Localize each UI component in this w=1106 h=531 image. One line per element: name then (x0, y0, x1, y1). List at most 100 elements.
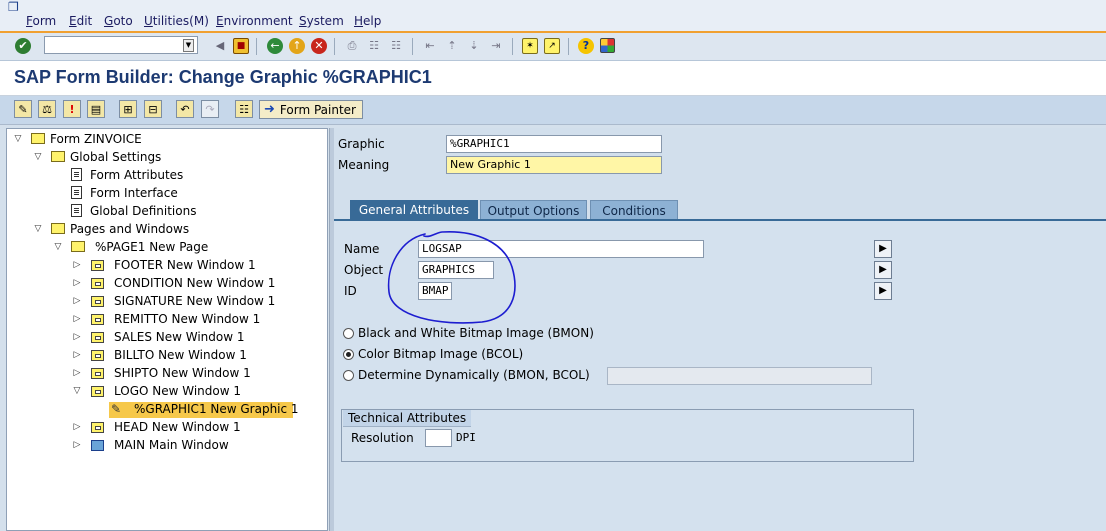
test-icon[interactable]: ▤ (87, 100, 105, 118)
command-history-dropdown-icon[interactable]: ▼ (183, 39, 194, 52)
folder-icon (51, 151, 65, 162)
expand-icon[interactable]: ▷ (72, 350, 82, 360)
form-painter-label: Form Painter (279, 102, 356, 117)
save-icon[interactable]: ■ (233, 38, 249, 54)
sap-menu-icon[interactable]: ❐ (8, 0, 22, 14)
tree-item-main[interactable]: MAIN Main Window (114, 438, 229, 452)
folder-icon (31, 133, 45, 144)
expand-icon[interactable]: ▷ (72, 422, 82, 432)
tree-item-form-interface[interactable]: Form Interface (90, 186, 178, 200)
collapse-tree-icon[interactable]: ⊟ (144, 100, 162, 118)
first-page-icon[interactable]: ⇤ (422, 38, 438, 54)
find-next-icon[interactable]: ☷ (388, 38, 404, 54)
expand-tree-icon[interactable]: ⊞ (119, 100, 137, 118)
create-session-icon[interactable]: ✶ (522, 38, 538, 54)
tree-item-sales[interactable]: SALES New Window 1 (114, 330, 245, 344)
tree-item-billto[interactable]: BILLTO New Window 1 (114, 348, 247, 362)
tree-item-logo[interactable]: LOGO New Window 1 (114, 384, 241, 398)
enter-check-icon[interactable]: ✔ (15, 38, 31, 54)
expand-icon[interactable]: ▷ (72, 440, 82, 450)
radio-dynamic[interactable] (343, 370, 354, 381)
tree-item-head[interactable]: HEAD New Window 1 (114, 420, 241, 434)
resolution-field[interactable] (425, 429, 452, 447)
menu-help[interactable]: Help (354, 14, 381, 28)
collapse-logo-icon[interactable]: ▽ (72, 386, 82, 396)
expand-icon[interactable]: ▷ (72, 332, 82, 342)
cancel-icon[interactable]: ✕ (311, 38, 327, 54)
menu-edit[interactable]: Edit (69, 14, 92, 28)
annotation-circle (387, 231, 516, 324)
document-icon (71, 168, 82, 181)
tree-item-signature[interactable]: SIGNATURE New Window 1 (114, 294, 275, 308)
previous-page-icon[interactable]: ⇡ (444, 38, 460, 54)
tree-item-form-attributes[interactable]: Form Attributes (90, 168, 183, 182)
help-icon[interactable]: ? (578, 38, 594, 54)
tab-conditions[interactable]: Conditions (590, 200, 678, 220)
application-toolbar: ✎ ⚖ ! ▤ ⊞ ⊟ ↶ ↷ ☷ ➜ Form Painter (0, 96, 1106, 125)
window-icon (91, 386, 104, 397)
menu-environment[interactable]: Environment (216, 14, 293, 28)
expand-icon[interactable]: ▷ (72, 296, 82, 306)
redo-icon[interactable]: ↷ (201, 100, 219, 118)
form-painter-button[interactable]: ➜ Form Painter (259, 100, 363, 119)
resolution-unit: DPI (456, 431, 476, 444)
page-folder-icon (71, 241, 85, 252)
main-window-icon (91, 440, 104, 451)
resolution-label: Resolution (351, 431, 414, 445)
menu-utilities[interactable]: Utilities(M) (144, 14, 209, 28)
expand-icon[interactable]: ▷ (72, 314, 82, 324)
radio-color-bitmap[interactable] (343, 349, 354, 360)
customize-layout-icon[interactable] (600, 38, 615, 53)
dynamic-field[interactable] (607, 367, 872, 385)
tree-item-global-settings[interactable]: Global Settings (70, 150, 161, 164)
print-icon[interactable]: ⎙ (344, 38, 360, 54)
menu-system[interactable]: System (299, 14, 344, 28)
expand-icon[interactable]: ▷ (72, 260, 82, 270)
collapse-command-icon[interactable]: ◀ (212, 38, 228, 54)
next-page-icon[interactable]: ⇣ (466, 38, 482, 54)
menu-goto[interactable]: Goto (104, 14, 133, 28)
back-icon[interactable]: ← (267, 38, 283, 54)
display-change-icon[interactable]: ✎ (14, 100, 32, 118)
undo-icon[interactable]: ↶ (176, 100, 194, 118)
tree-item-page1[interactable]: %PAGE1 New Page (95, 240, 208, 254)
document-icon (71, 186, 82, 199)
activate-icon[interactable]: ⚖ (38, 100, 56, 118)
create-shortcut-icon[interactable]: ↗ (544, 38, 560, 54)
tree-item-form[interactable]: Form ZINVOICE (50, 132, 142, 146)
graphic-field[interactable]: %GRAPHIC1 (446, 135, 662, 153)
tree-item-shipto[interactable]: SHIPTO New Window 1 (114, 366, 251, 380)
menu-form[interactable]: Form (26, 14, 56, 28)
collapse-global-settings-icon[interactable]: ▽ (33, 152, 43, 162)
collapse-form-icon[interactable]: ▽ (13, 134, 23, 144)
window-icon (91, 350, 104, 361)
graphic-label: Graphic (338, 137, 385, 151)
name-arrow-icon[interactable]: ▶ (874, 240, 892, 258)
radio-bw-bitmap[interactable] (343, 328, 354, 339)
tree-item-condition[interactable]: CONDITION New Window 1 (114, 276, 275, 290)
window-icon (91, 332, 104, 343)
meaning-field[interactable]: New Graphic 1 (446, 156, 662, 174)
command-field[interactable]: ▼ (44, 36, 198, 54)
tab-output-options[interactable]: Output Options (480, 200, 587, 220)
graphic-edit-icon: ✎ (111, 402, 122, 416)
window-icon (91, 296, 104, 307)
tree-item-remitto[interactable]: REMITTO New Window 1 (114, 312, 260, 326)
expand-icon[interactable]: ▷ (72, 368, 82, 378)
collapse-page1-icon[interactable]: ▽ (53, 242, 63, 252)
last-page-icon[interactable]: ⇥ (488, 38, 504, 54)
window-icon (91, 260, 104, 271)
field-list-icon[interactable]: ☷ (235, 100, 253, 118)
tree-item-footer[interactable]: FOOTER New Window 1 (114, 258, 256, 272)
exit-icon[interactable]: ↑ (289, 38, 305, 54)
expand-icon[interactable]: ▷ (72, 278, 82, 288)
tab-general-attributes[interactable]: General Attributes (350, 200, 478, 220)
tree-item-global-definitions[interactable]: Global Definitions (90, 204, 196, 218)
id-arrow-icon[interactable]: ▶ (874, 282, 892, 300)
tree-item-pages-and-windows[interactable]: Pages and Windows (70, 222, 189, 236)
find-icon[interactable]: ☷ (366, 38, 382, 54)
object-arrow-icon[interactable]: ▶ (874, 261, 892, 279)
check-icon[interactable]: ! (63, 100, 81, 118)
tree-item-graphic1[interactable]: %GRAPHIC1 New Graphic 1 (134, 402, 299, 416)
collapse-pages-icon[interactable]: ▽ (33, 224, 43, 234)
